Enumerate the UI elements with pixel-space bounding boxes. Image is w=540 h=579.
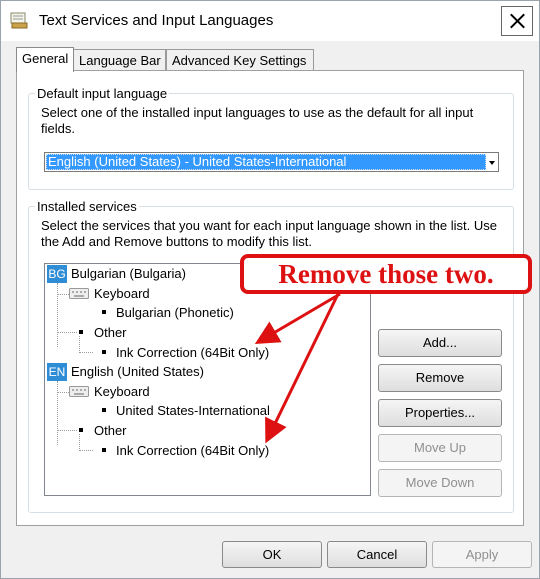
default-input-legend: Default input language — [37, 86, 168, 101]
move-up-button[interactable]: Move Up — [378, 434, 502, 462]
language-badge-bg: BG — [47, 265, 67, 283]
default-language-value: English (United States) - United States-… — [46, 154, 486, 170]
tree-connector — [57, 381, 58, 445]
tree-connector — [57, 283, 58, 347]
default-input-description-2: fields. — [41, 121, 75, 136]
tab-advanced-key-settings-label: Advanced Key Settings — [172, 53, 307, 68]
tree-connector — [79, 336, 80, 353]
window-title: Text Services and Input Languages — [39, 12, 274, 29]
bullet-icon — [102, 408, 106, 412]
chevron-down-icon[interactable] — [486, 154, 497, 170]
tree-keyboard-label[interactable]: Keyboard — [94, 285, 150, 303]
apply-button[interactable]: Apply — [432, 541, 532, 568]
tree-other-label[interactable]: Other — [94, 324, 127, 342]
language-badge-en: EN — [47, 363, 67, 381]
tab-general-label: General — [22, 51, 69, 66]
move-down-button[interactable]: Move Down — [378, 469, 502, 497]
bullet-icon — [79, 428, 83, 432]
tab-language-bar[interactable]: Language Bar — [73, 49, 166, 71]
remove-button[interactable]: Remove — [378, 364, 502, 392]
tree-keyboard-label[interactable]: Keyboard — [94, 383, 150, 401]
tab-language-bar-label: Language Bar — [79, 53, 161, 68]
bullet-icon — [79, 330, 83, 334]
tree-connector — [57, 332, 77, 333]
installed-services-legend: Installed services — [37, 199, 137, 214]
tree-connector — [57, 294, 69, 295]
tree-item-ink-correction-bg[interactable]: Ink Correction (64Bit Only) — [116, 344, 269, 362]
default-input-group: Default input language — [28, 86, 514, 190]
add-button[interactable]: Add... — [378, 329, 502, 357]
close-button[interactable] — [501, 6, 533, 36]
keyboard-app-icon — [10, 12, 28, 29]
tree-connector — [57, 392, 69, 393]
annotation-callout: Remove those two. — [240, 254, 532, 294]
tree-item-us-international[interactable]: United States-International — [116, 402, 270, 420]
tree-language-bulgarian[interactable]: Bulgarian (Bulgaria) — [71, 265, 186, 283]
ok-button[interactable]: OK — [222, 541, 322, 568]
keyboard-icon — [69, 386, 89, 397]
tree-item-ink-correction-en[interactable]: Ink Correction (64Bit Only) — [116, 442, 269, 460]
tree-connector — [79, 450, 93, 451]
tree-connector — [79, 434, 80, 451]
bullet-icon — [102, 350, 106, 354]
tree-connector — [57, 430, 77, 431]
installed-services-description-2: the Add and Remove buttons to modify thi… — [41, 234, 312, 249]
keyboard-icon — [69, 288, 89, 299]
default-input-description-1: Select one of the installed input langua… — [41, 105, 474, 120]
bullet-icon — [102, 448, 106, 452]
installed-services-description-1: Select the services that you want for ea… — [41, 218, 497, 233]
cancel-button[interactable]: Cancel — [327, 541, 427, 568]
title-bar[interactable]: Text Services and Input Languages — [1, 1, 539, 41]
properties-button[interactable]: Properties... — [378, 399, 502, 427]
tree-item-bulgarian-phonetic[interactable]: Bulgarian (Phonetic) — [116, 304, 234, 322]
tree-language-english[interactable]: English (United States) — [71, 363, 204, 381]
tab-general[interactable]: General — [16, 47, 74, 72]
tab-advanced-key-settings[interactable]: Advanced Key Settings — [166, 49, 314, 71]
bullet-icon — [102, 310, 106, 314]
installed-services-tree[interactable]: BG Bulgarian (Bulgaria) Keyboard Bulgari… — [44, 263, 371, 496]
tree-other-label[interactable]: Other — [94, 422, 127, 440]
default-language-dropdown[interactable]: English (United States) - United States-… — [44, 152, 499, 172]
tree-connector — [79, 352, 93, 353]
